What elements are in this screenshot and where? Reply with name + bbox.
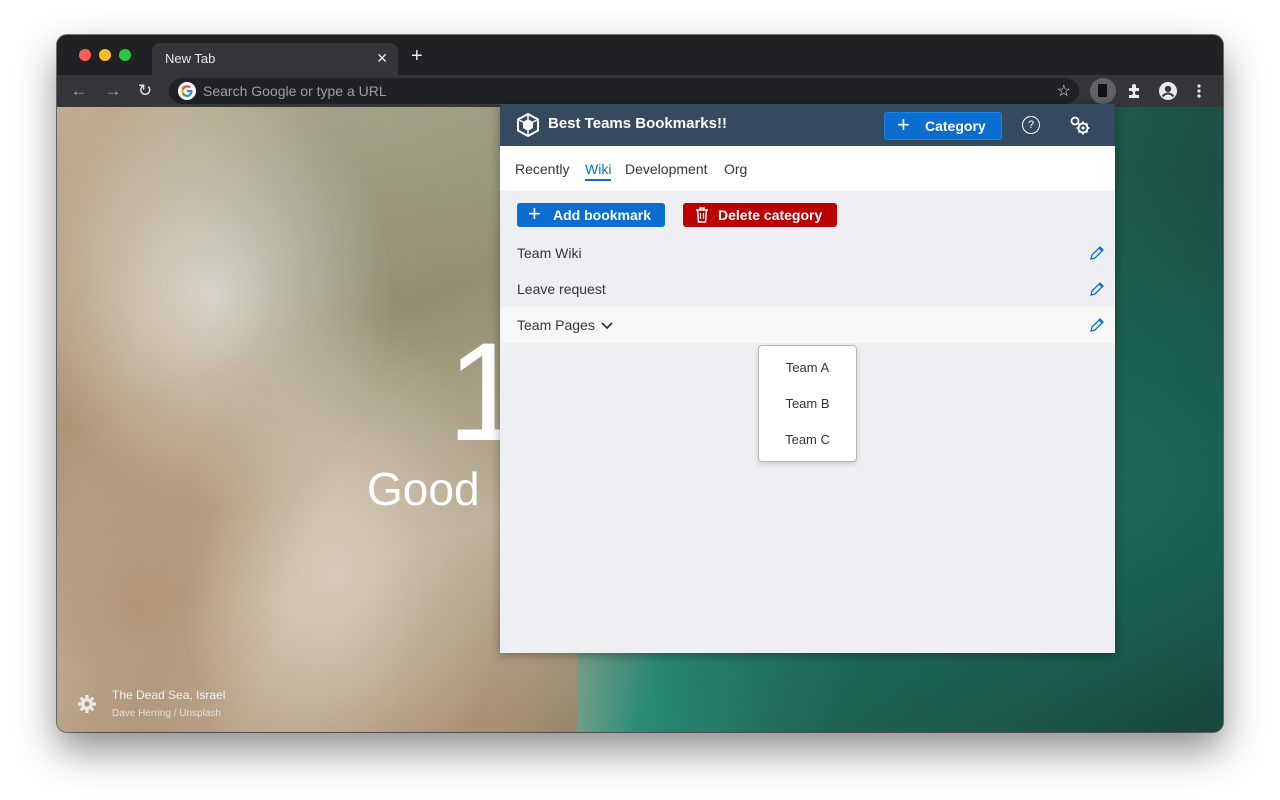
trash-icon bbox=[696, 207, 708, 223]
customize-gear-icon[interactable] bbox=[77, 694, 97, 714]
back-icon[interactable]: ← bbox=[69, 81, 89, 101]
profile-icon[interactable] bbox=[1158, 81, 1178, 101]
google-icon bbox=[178, 82, 196, 100]
tab-strip: New Tab ✕ + bbox=[57, 35, 1223, 75]
chevron-down-icon bbox=[601, 322, 613, 330]
greeting-text: Good bbox=[367, 463, 480, 515]
tab-wiki[interactable]: Wiki bbox=[585, 161, 612, 181]
tab-recently[interactable]: Recently bbox=[515, 161, 569, 177]
tab-development[interactable]: Development bbox=[625, 161, 708, 177]
forward-icon[interactable]: → bbox=[103, 81, 123, 101]
photo-credit[interactable]: Dave Herring / Unsplash bbox=[112, 708, 221, 719]
edit-pencil-icon[interactable] bbox=[1089, 281, 1105, 297]
browser-toolbar: ← → ↻ Search Google or type a URL ☆ bbox=[57, 75, 1223, 107]
tab-close-icon[interactable]: ✕ bbox=[376, 50, 388, 66]
zoom-window-button[interactable] bbox=[119, 49, 131, 61]
add-bookmark-button[interactable]: + Add bookmark bbox=[517, 203, 665, 227]
cube-logo-icon bbox=[517, 113, 539, 137]
star-icon[interactable]: ☆ bbox=[1057, 81, 1071, 101]
plus-icon: + bbox=[528, 201, 541, 226]
bookmark-link[interactable]: Leave request bbox=[517, 281, 606, 297]
new-tab-button[interactable]: + bbox=[411, 46, 423, 66]
edit-pencil-icon[interactable] bbox=[1089, 245, 1105, 261]
tab-org[interactable]: Org bbox=[724, 161, 747, 177]
puzzle-icon[interactable] bbox=[1126, 82, 1144, 100]
bookmark-row[interactable]: Leave request bbox=[500, 271, 1115, 307]
address-bar[interactable]: Search Google or type a URL ☆ bbox=[169, 78, 1079, 104]
tab-new-tab[interactable]: New Tab ✕ bbox=[152, 43, 398, 75]
kebab-menu-icon[interactable] bbox=[1194, 82, 1204, 100]
help-icon[interactable]: ? bbox=[1022, 116, 1040, 134]
bookmark-row[interactable]: Team Wiki bbox=[500, 235, 1115, 271]
photo-location[interactable]: The Dead Sea, Israel bbox=[112, 688, 225, 702]
add-bookmark-label: Add bookmark bbox=[553, 207, 652, 223]
minimize-window-button[interactable] bbox=[99, 49, 111, 61]
category-tabs: Recently Wiki Development Org bbox=[500, 146, 1115, 191]
bookmark-group-toggle[interactable]: Team Pages bbox=[517, 317, 613, 333]
reload-icon[interactable]: ↻ bbox=[135, 81, 155, 101]
delete-category-label: Delete category bbox=[718, 207, 823, 223]
dropdown-item-team-a[interactable]: Team A bbox=[759, 360, 856, 375]
plus-icon: + bbox=[897, 112, 910, 137]
bookmark-group-label: Team Pages bbox=[517, 317, 595, 333]
extension-popup: Best Teams Bookmarks!! + Category ? Rece… bbox=[500, 104, 1115, 653]
bookmark-link[interactable]: Team Wiki bbox=[517, 245, 582, 261]
delete-category-button[interactable]: Delete category bbox=[683, 203, 837, 227]
edit-pencil-icon[interactable] bbox=[1089, 317, 1105, 333]
settings-gears-icon[interactable] bbox=[1069, 115, 1091, 135]
popup-header: Best Teams Bookmarks!! + Category ? bbox=[500, 104, 1115, 146]
bookmark-group-row[interactable]: Team Pages bbox=[500, 307, 1115, 343]
tab-title: New Tab bbox=[165, 51, 216, 66]
bookmark-extension-icon[interactable] bbox=[1090, 78, 1116, 104]
address-placeholder: Search Google or type a URL bbox=[203, 83, 387, 99]
team-pages-dropdown: Team A Team B Team C bbox=[758, 345, 857, 462]
dropdown-item-team-c[interactable]: Team C bbox=[759, 432, 856, 447]
dropdown-item-team-b[interactable]: Team B bbox=[759, 396, 856, 411]
add-category-button[interactable]: + Category bbox=[884, 112, 1002, 140]
close-window-button[interactable] bbox=[79, 49, 91, 61]
popup-title: Best Teams Bookmarks!! bbox=[548, 115, 727, 132]
add-category-label: Category bbox=[925, 118, 986, 134]
